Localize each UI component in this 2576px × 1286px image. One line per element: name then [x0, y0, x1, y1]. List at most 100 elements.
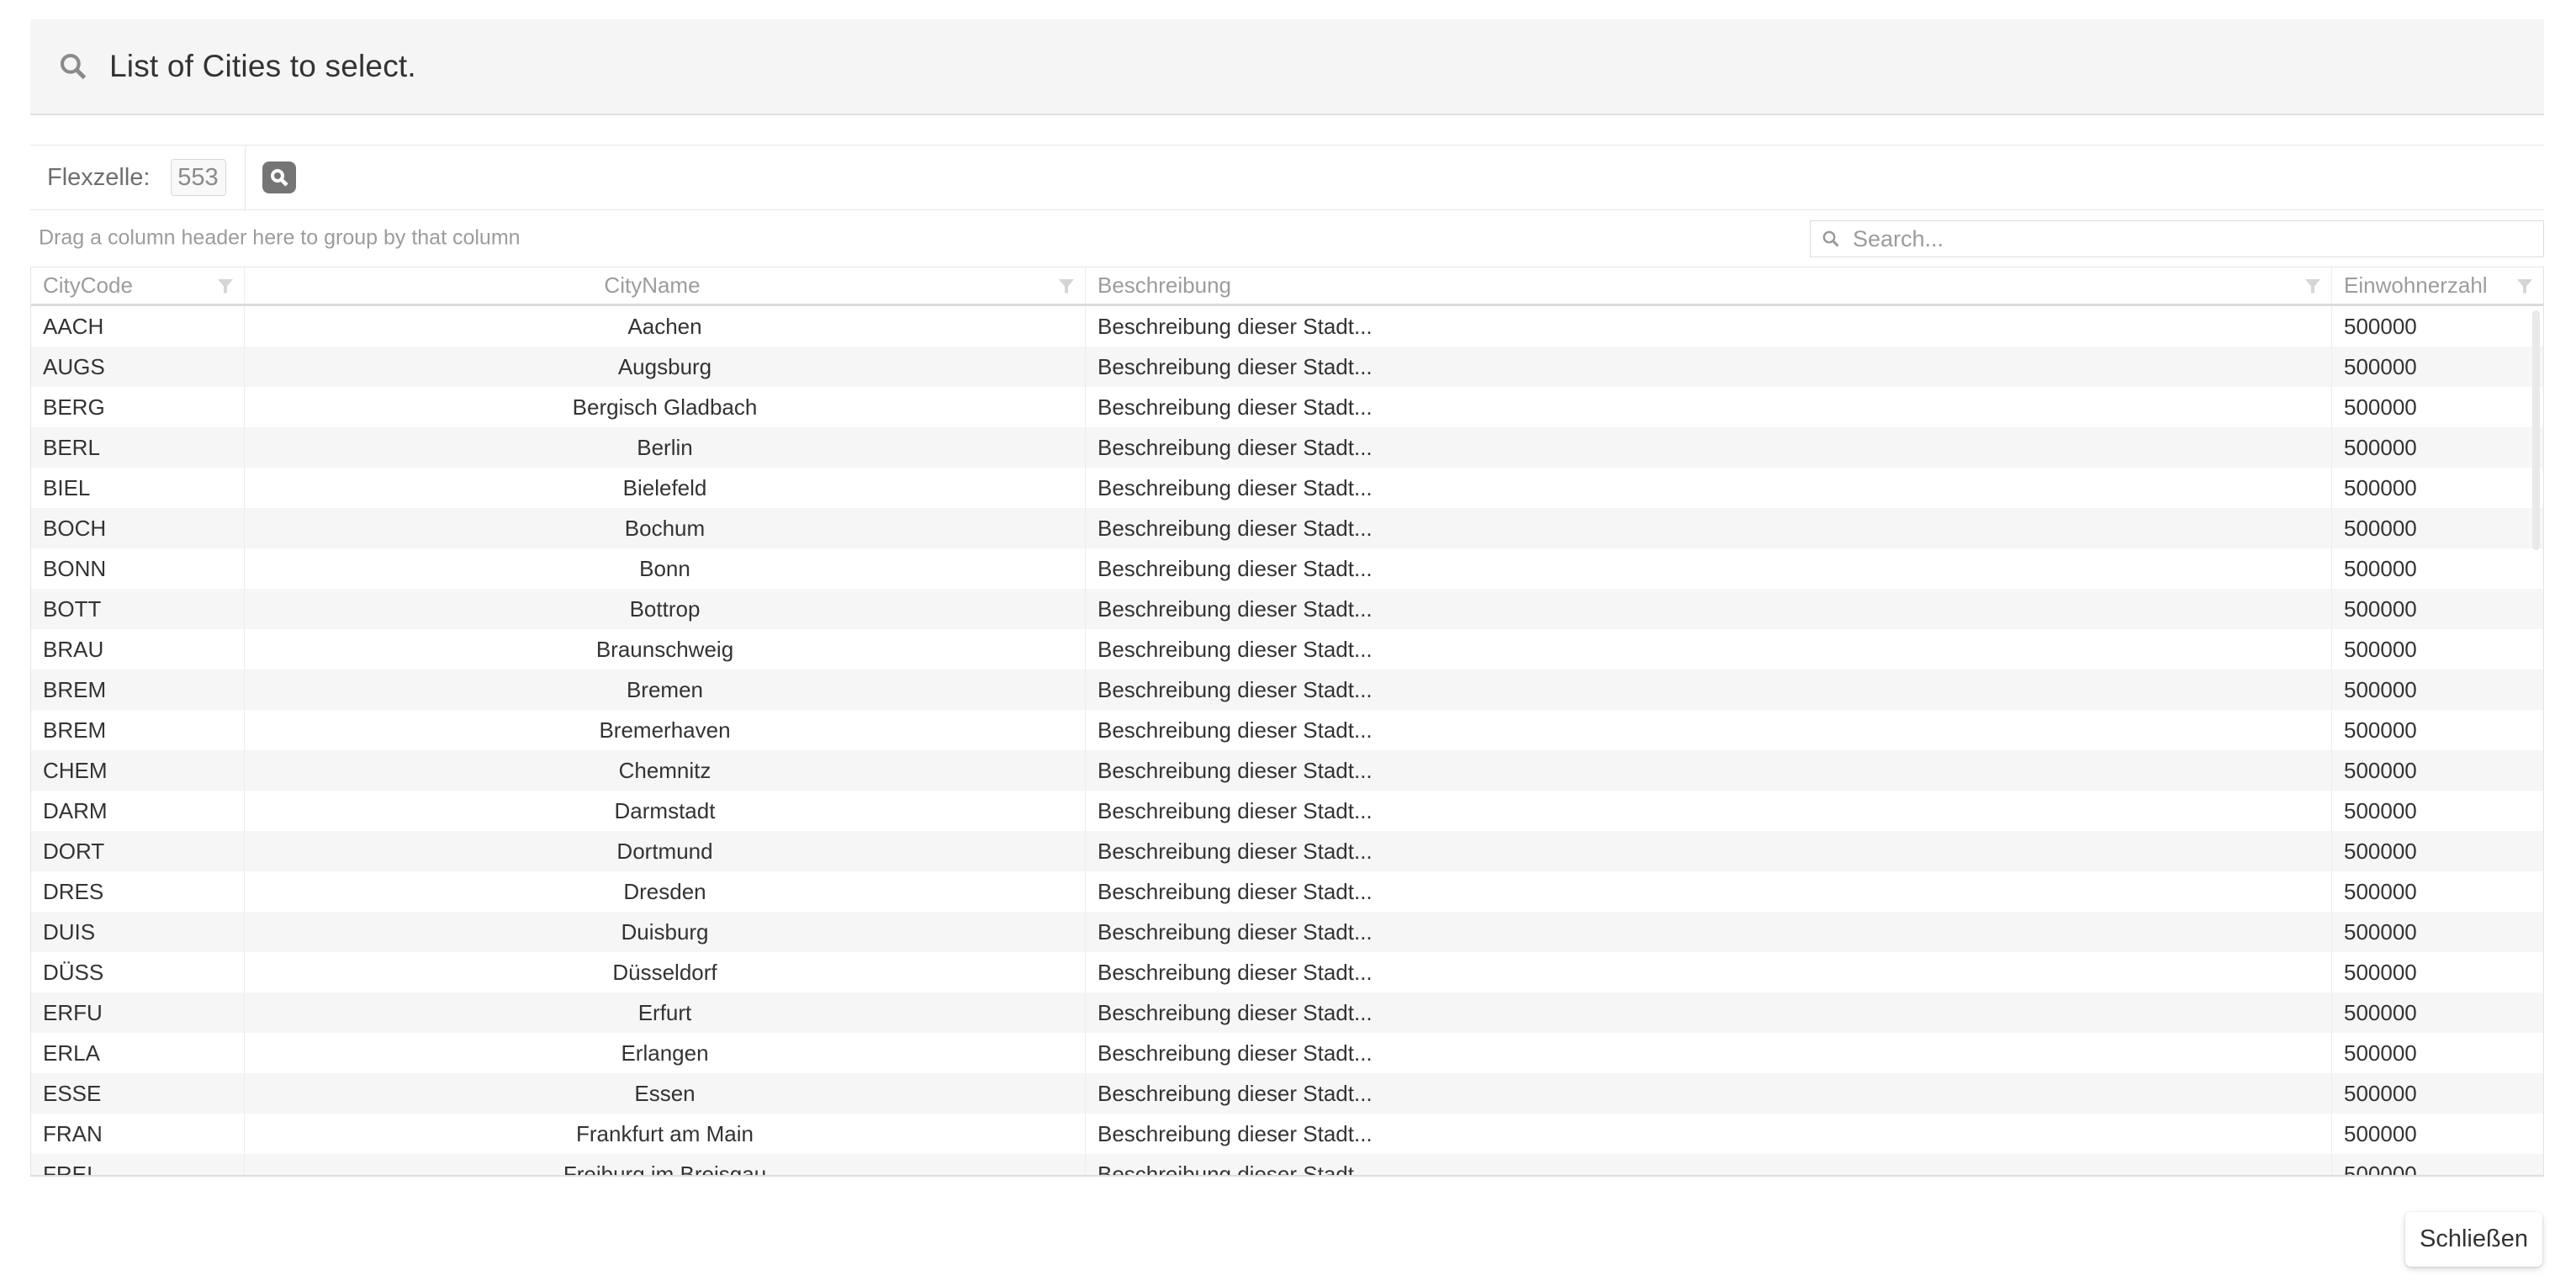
funnel-icon[interactable] — [215, 276, 235, 296]
cell-cityname[interactable]: Bergisch Gladbach — [245, 387, 1086, 427]
table-row[interactable]: FRAN Frankfurt am Main Beschreibung dies… — [31, 1114, 2543, 1154]
flexzelle-input[interactable] — [171, 159, 226, 196]
cell-beschreibung[interactable]: Beschreibung dieser Stadt... — [1086, 629, 2332, 669]
table-row[interactable]: BOTT Bottrop Beschreibung dieser Stadt..… — [31, 589, 2543, 629]
table-row[interactable]: BREM Bremerhaven Beschreibung dieser Sta… — [31, 710, 2543, 750]
cell-beschreibung[interactable]: Beschreibung dieser Stadt... — [1086, 791, 2332, 831]
cell-beschreibung[interactable]: Beschreibung dieser Stadt... — [1086, 306, 2332, 347]
cell-beschreibung[interactable]: Beschreibung dieser Stadt... — [1086, 952, 2332, 992]
cell-einwohnerzahl[interactable]: 500000 — [2332, 387, 2543, 427]
cell-einwohnerzahl[interactable]: 500000 — [2332, 750, 2543, 791]
close-button[interactable]: Schließen — [2405, 1212, 2542, 1267]
table-row[interactable]: DUIS Duisburg Beschreibung dieser Stadt.… — [31, 912, 2543, 952]
column-header-einwohnerzahl[interactable]: Einwohnerzahl — [2332, 267, 2543, 304]
cell-beschreibung[interactable]: Beschreibung dieser Stadt... — [1086, 427, 2332, 468]
cell-cityname[interactable]: Duisburg — [245, 912, 1086, 952]
cell-citycode[interactable]: BOTT — [31, 589, 245, 629]
cell-citycode[interactable]: BOCH — [31, 508, 245, 548]
cell-citycode[interactable]: ESSE — [31, 1073, 245, 1114]
cell-citycode[interactable]: DÜSS — [31, 952, 245, 992]
cell-cityname[interactable]: Bottrop — [245, 589, 1086, 629]
cell-beschreibung[interactable]: Beschreibung dieser Stadt... — [1086, 548, 2332, 589]
cell-einwohnerzahl[interactable]: 500000 — [2332, 992, 2543, 1033]
cell-einwohnerzahl[interactable]: 500000 — [2332, 1073, 2543, 1114]
cell-beschreibung[interactable]: Beschreibung dieser Stadt... — [1086, 912, 2332, 952]
cell-citycode[interactable]: BRAU — [31, 629, 245, 669]
table-row[interactable]: DARM Darmstadt Beschreibung dieser Stadt… — [31, 791, 2543, 831]
cell-cityname[interactable]: Chemnitz — [245, 750, 1086, 791]
cell-cityname[interactable]: Bremerhaven — [245, 710, 1086, 750]
column-header-citycode[interactable]: CityCode — [31, 267, 245, 304]
cell-einwohnerzahl[interactable]: 500000 — [2332, 427, 2543, 468]
cell-einwohnerzahl[interactable]: 500000 — [2332, 629, 2543, 669]
cell-cityname[interactable]: Aachen — [245, 306, 1086, 347]
cell-einwohnerzahl[interactable]: 500000 — [2332, 589, 2543, 629]
cell-einwohnerzahl[interactable]: 500000 — [2332, 831, 2543, 871]
cell-einwohnerzahl[interactable]: 500000 — [2332, 508, 2543, 548]
cell-beschreibung[interactable]: Beschreibung dieser Stadt... — [1086, 1154, 2332, 1177]
cell-einwohnerzahl[interactable]: 500000 — [2332, 912, 2543, 952]
cell-citycode[interactable]: AUGS — [31, 347, 245, 387]
table-row[interactable]: FREI Freiburg im Breisgau Beschreibung d… — [31, 1154, 2543, 1177]
cell-einwohnerzahl[interactable]: 500000 — [2332, 347, 2543, 387]
cell-cityname[interactable]: Erlangen — [245, 1033, 1086, 1073]
cell-citycode[interactable]: DUIS — [31, 912, 245, 952]
table-row[interactable]: CHEM Chemnitz Beschreibung dieser Stadt.… — [31, 750, 2543, 791]
cell-beschreibung[interactable]: Beschreibung dieser Stadt... — [1086, 992, 2332, 1033]
cell-citycode[interactable]: BREM — [31, 669, 245, 710]
table-row[interactable]: DÜSS Düsseldorf Beschreibung dieser Stad… — [31, 952, 2543, 992]
cell-beschreibung[interactable]: Beschreibung dieser Stadt... — [1086, 871, 2332, 912]
cell-citycode[interactable]: FREI — [31, 1154, 245, 1177]
table-row[interactable]: BONN Bonn Beschreibung dieser Stadt... 5… — [31, 548, 2543, 589]
cell-einwohnerzahl[interactable]: 500000 — [2332, 710, 2543, 750]
cell-citycode[interactable]: BREM — [31, 710, 245, 750]
cell-citycode[interactable]: BIEL — [31, 468, 245, 508]
table-row[interactable]: BRAU Braunschweig Beschreibung dieser St… — [31, 629, 2543, 669]
cell-beschreibung[interactable]: Beschreibung dieser Stadt... — [1086, 710, 2332, 750]
table-row[interactable]: BOCH Bochum Beschreibung dieser Stadt...… — [31, 508, 2543, 548]
cell-beschreibung[interactable]: Beschreibung dieser Stadt... — [1086, 589, 2332, 629]
cell-cityname[interactable]: Erfurt — [245, 992, 1086, 1033]
cell-citycode[interactable]: DORT — [31, 831, 245, 871]
funnel-icon[interactable] — [2515, 276, 2535, 296]
cell-citycode[interactable]: BERG — [31, 387, 245, 427]
grid-search-box[interactable] — [1810, 220, 2544, 257]
cell-einwohnerzahl[interactable]: 500000 — [2332, 871, 2543, 912]
table-row[interactable]: BERG Bergisch Gladbach Beschreibung dies… — [31, 387, 2543, 427]
cell-cityname[interactable]: Bremen — [245, 669, 1086, 710]
cell-cityname[interactable]: Essen — [245, 1073, 1086, 1114]
cell-beschreibung[interactable]: Beschreibung dieser Stadt... — [1086, 468, 2332, 508]
cell-cityname[interactable]: Bochum — [245, 508, 1086, 548]
cell-cityname[interactable]: Freiburg im Breisgau — [245, 1154, 1086, 1177]
table-row[interactable]: BERL Berlin Beschreibung dieser Stadt...… — [31, 427, 2543, 468]
cell-citycode[interactable]: DARM — [31, 791, 245, 831]
cell-citycode[interactable]: DRES — [31, 871, 245, 912]
cell-einwohnerzahl[interactable]: 500000 — [2332, 548, 2543, 589]
column-header-beschreibung[interactable]: Beschreibung — [1086, 267, 2332, 304]
cell-cityname[interactable]: Bonn — [245, 548, 1086, 589]
cell-cityname[interactable]: Bielefeld — [245, 468, 1086, 508]
cell-cityname[interactable]: Darmstadt — [245, 791, 1086, 831]
cell-einwohnerzahl[interactable]: 500000 — [2332, 791, 2543, 831]
cell-einwohnerzahl[interactable]: 500000 — [2332, 1114, 2543, 1154]
cell-citycode[interactable]: ERLA — [31, 1033, 245, 1073]
funnel-icon[interactable] — [1056, 276, 1076, 296]
search-button[interactable] — [262, 161, 296, 193]
cell-einwohnerzahl[interactable]: 500000 — [2332, 306, 2543, 347]
table-row[interactable]: ERFU Erfurt Beschreibung dieser Stadt...… — [31, 992, 2543, 1033]
column-header-cityname[interactable]: CityName — [245, 267, 1086, 304]
cell-einwohnerzahl[interactable]: 500000 — [2332, 952, 2543, 992]
cell-beschreibung[interactable]: Beschreibung dieser Stadt... — [1086, 387, 2332, 427]
cell-beschreibung[interactable]: Beschreibung dieser Stadt... — [1086, 347, 2332, 387]
cell-einwohnerzahl[interactable]: 500000 — [2332, 1154, 2543, 1177]
table-row[interactable]: BREM Bremen Beschreibung dieser Stadt...… — [31, 669, 2543, 710]
cell-beschreibung[interactable]: Beschreibung dieser Stadt... — [1086, 508, 2332, 548]
cell-cityname[interactable]: Braunschweig — [245, 629, 1086, 669]
table-row[interactable]: AACH Aachen Beschreibung dieser Stadt...… — [31, 306, 2543, 347]
table-row[interactable]: ERLA Erlangen Beschreibung dieser Stadt.… — [31, 1033, 2543, 1073]
cell-beschreibung[interactable]: Beschreibung dieser Stadt... — [1086, 1033, 2332, 1073]
table-row[interactable]: DRES Dresden Beschreibung dieser Stadt..… — [31, 871, 2543, 912]
cell-einwohnerzahl[interactable]: 500000 — [2332, 1033, 2543, 1073]
cell-citycode[interactable]: AACH — [31, 306, 245, 347]
cell-beschreibung[interactable]: Beschreibung dieser Stadt... — [1086, 669, 2332, 710]
